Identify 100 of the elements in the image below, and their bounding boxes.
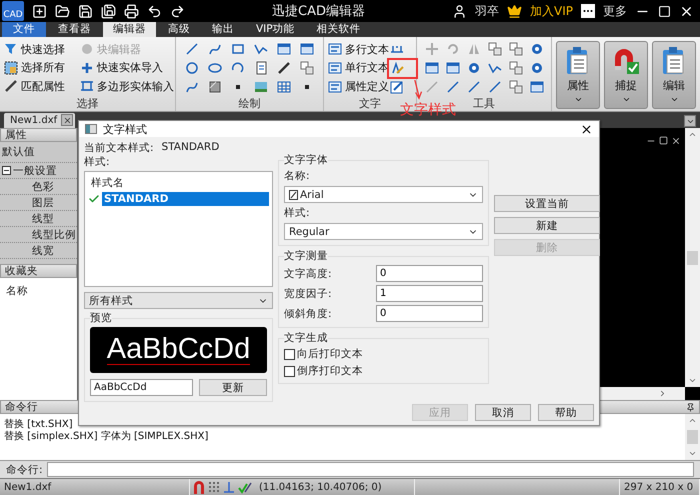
column-header: 名称 [5, 284, 29, 299]
number-field[interactable]: 0 [376, 265, 483, 282]
menu-tab[interactable]: 编辑器 [103, 22, 156, 37]
property-row[interactable]: 线型比例 [0, 227, 77, 243]
window-icon [424, 60, 438, 75]
ribbon-large-button[interactable]: 捕捉 [604, 41, 648, 109]
scroll-right-icon[interactable] [658, 389, 667, 398]
text-icon [328, 60, 342, 75]
menu-tab[interactable]: 查看器 [48, 22, 101, 37]
update-button[interactable]: 更新 [199, 379, 267, 396]
vip-link[interactable]: 加入VIP [530, 2, 573, 20]
dialog-title: 文字样式 [103, 122, 148, 136]
scrollbar[interactable] [685, 414, 700, 460]
ribbon-large-button[interactable]: 编辑 [652, 41, 696, 109]
scroll-thumb[interactable] [687, 430, 698, 444]
dialog-button[interactable]: 设置当前 [494, 195, 600, 212]
redo-icon[interactable] [170, 4, 185, 18]
close-icon[interactable] [580, 122, 593, 136]
more-menu[interactable]: 更多 [603, 2, 627, 20]
log-line: 替换 [simplex.SHX] 字体为 [SIMPLEX.SHX] [4, 431, 210, 443]
list-item[interactable]: STANDARD [102, 192, 269, 206]
scroll-up-icon[interactable] [688, 416, 697, 425]
dialog-button[interactable]: 帮助 [538, 404, 594, 421]
font-style-dropdown[interactable]: Regular [284, 223, 483, 240]
scroll-up-icon[interactable] [688, 130, 697, 139]
ribbon-command[interactable]: 快速选择 [4, 40, 80, 58]
dialog-button[interactable]: 新建 [494, 217, 600, 234]
undo-icon[interactable] [147, 4, 162, 18]
menu-tab[interactable]: 高级 [158, 22, 200, 37]
style-filter-dropdown[interactable]: 所有样式 [84, 292, 273, 309]
line-icon [466, 80, 480, 94]
squares-icon [488, 42, 502, 56]
close-tab-icon[interactable] [61, 114, 74, 126]
document-tab[interactable]: New1.dxf [4, 113, 76, 128]
line-icon [488, 80, 502, 94]
collapse-icon[interactable] [684, 115, 696, 127]
panel-header: 属性 [0, 128, 77, 142]
style-list[interactable]: 样式名 STANDARD [84, 171, 273, 287]
group-label: 文字测量 [284, 249, 328, 263]
scrollbar[interactable] [685, 128, 700, 387]
field-label: 文字高度: [284, 266, 332, 280]
window-icon [85, 124, 97, 134]
window-icon [277, 42, 292, 56]
user-icon[interactable] [452, 4, 468, 18]
pin-icon[interactable] [686, 402, 695, 412]
maximize-icon[interactable] [658, 4, 671, 18]
plus-icon [80, 60, 94, 75]
text-style-icon [390, 60, 404, 75]
font-dropdown[interactable]: Arial [284, 186, 483, 203]
user-name[interactable]: 羽卒 [475, 2, 500, 20]
scroll-down-icon[interactable] [688, 449, 697, 458]
property-row: 默认值 [0, 142, 77, 163]
save-icon[interactable] [78, 4, 93, 18]
check-pen-icon[interactable] [238, 480, 252, 494]
print-icon[interactable] [124, 4, 139, 18]
close-icon[interactable] [671, 136, 681, 146]
ribbon-command[interactable]: 选择所有 [4, 58, 80, 77]
preview-input[interactable]: AaBbCcDd [90, 379, 193, 396]
ribbon-command[interactable]: 多行文本 [328, 40, 390, 58]
save-as-icon[interactable] [101, 4, 116, 18]
open-folder-icon[interactable] [55, 4, 70, 18]
app-logo: CAD [2, 1, 24, 21]
command-input[interactable] [46, 462, 694, 477]
tree-item[interactable]: 一般设置 [0, 163, 77, 179]
property-row[interactable]: 图层 [0, 195, 77, 211]
file-menu[interactable]: 文件 [2, 22, 46, 37]
scroll-down-icon[interactable] [688, 376, 697, 385]
panel-header: 收藏夹 [0, 264, 77, 278]
menu-tab[interactable]: 输出 [202, 22, 244, 37]
status-file: New1.dxf [0, 479, 190, 495]
scroll-thumb[interactable] [687, 250, 698, 264]
number-field[interactable]: 1 [376, 285, 483, 302]
grid-icon[interactable] [208, 481, 220, 493]
dialog-button[interactable]: 取消 [475, 404, 531, 421]
property-row[interactable]: 色彩 [0, 179, 77, 195]
checkbox-label: 倒序打印文本 [297, 364, 363, 378]
checkbox[interactable] [284, 348, 295, 360]
caret-icon [574, 95, 582, 104]
line-icon [446, 80, 460, 94]
magnet-icon [612, 46, 640, 76]
ribbon-command[interactable]: 多边形实体输入 [80, 77, 174, 96]
ribbon-command[interactable]: 属性定义 [328, 78, 390, 96]
ribbon-command[interactable]: 快速实体导入 [80, 58, 174, 77]
new-file-icon[interactable] [32, 4, 47, 18]
perpendicular-icon[interactable] [223, 481, 235, 493]
field-label: 当前文本样式: [84, 141, 154, 155]
group-label: 绘制 [238, 96, 260, 111]
ribbon-large-button[interactable]: 属性 [556, 41, 600, 109]
magnet-icon[interactable] [193, 480, 205, 494]
checkbox[interactable] [284, 366, 295, 376]
image-icon [254, 80, 268, 94]
sheet-size: 297 x 210 x 0 [620, 479, 700, 495]
property-row[interactable]: 线型 [0, 211, 77, 227]
menu-tab[interactable]: VIP功能 [246, 22, 305, 37]
preview-text: AaBbCcDd [106, 335, 250, 365]
number-field[interactable]: 0 [376, 305, 483, 322]
restore-icon[interactable] [659, 136, 668, 145]
menu-tab[interactable]: 相关软件 [306, 22, 371, 37]
ribbon-command[interactable]: 匹配属性 [4, 77, 80, 96]
property-row[interactable]: 线宽 [0, 243, 77, 259]
